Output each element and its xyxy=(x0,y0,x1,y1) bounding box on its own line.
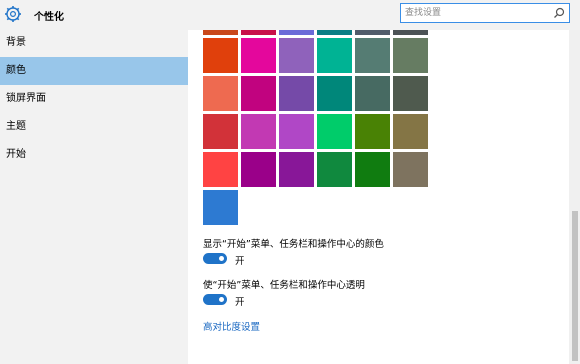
sidebar-item-label: 开始 xyxy=(6,149,26,160)
color-swatch[interactable] xyxy=(393,114,428,149)
color-swatch[interactable] xyxy=(393,76,428,111)
color-swatch[interactable] xyxy=(203,190,238,225)
show-color-label: 显示“开始”菜单、任务栏和操作中心的颜色 xyxy=(203,239,384,250)
sidebar-item-label: 主题 xyxy=(6,121,26,132)
toggle-knob xyxy=(219,256,224,261)
scrollbar-thumb[interactable] xyxy=(572,211,578,361)
color-swatch[interactable] xyxy=(393,30,428,35)
toggle-knob xyxy=(219,297,224,302)
search-input[interactable] xyxy=(405,6,553,20)
color-swatch[interactable] xyxy=(203,114,238,149)
gear-icon[interactable] xyxy=(4,5,22,23)
transparency-toggle[interactable] xyxy=(203,294,227,305)
sidebar-item-colors[interactable]: 颜色 xyxy=(0,57,188,85)
color-swatch[interactable] xyxy=(355,38,390,73)
sidebar-item-label: 锁屏界面 xyxy=(6,93,46,104)
show-color-toggle[interactable] xyxy=(203,253,227,264)
transparency-state: 开 xyxy=(235,297,245,308)
color-swatch[interactable] xyxy=(241,152,276,187)
sidebar-item-themes[interactable]: 主题 xyxy=(0,113,188,141)
sidebar-item-start[interactable]: 开始 xyxy=(0,141,188,169)
color-swatch[interactable] xyxy=(317,114,352,149)
color-swatch[interactable] xyxy=(241,38,276,73)
color-swatch[interactable] xyxy=(355,152,390,187)
search-box[interactable] xyxy=(400,3,570,23)
color-swatch[interactable] xyxy=(279,38,314,73)
sidebar-item-label: 背景 xyxy=(6,37,26,48)
color-swatch[interactable] xyxy=(241,76,276,111)
transparency-label: 使“开始”菜单、任务栏和操作中心透明 xyxy=(203,280,365,291)
color-swatch[interactable] xyxy=(279,76,314,111)
color-swatch[interactable] xyxy=(241,30,276,35)
color-swatch[interactable] xyxy=(317,76,352,111)
color-swatch[interactable] xyxy=(355,76,390,111)
color-swatch[interactable] xyxy=(279,114,314,149)
color-swatch[interactable] xyxy=(317,38,352,73)
color-swatch[interactable] xyxy=(355,114,390,149)
color-swatch[interactable] xyxy=(317,30,352,35)
color-swatch[interactable] xyxy=(203,152,238,187)
sidebar-header: 个性化 xyxy=(0,0,188,30)
sidebar: 个性化 背景 颜色 锁屏界面 主题 开始 xyxy=(0,0,188,364)
color-swatch[interactable] xyxy=(203,30,238,35)
sidebar-item-lock-screen[interactable]: 锁屏界面 xyxy=(0,85,188,113)
color-swatch[interactable] xyxy=(355,30,390,35)
sidebar-item-label: 颜色 xyxy=(6,65,26,76)
vertical-scrollbar[interactable] xyxy=(569,30,580,364)
color-swatch[interactable] xyxy=(241,114,276,149)
color-swatch[interactable] xyxy=(393,38,428,73)
color-swatch[interactable] xyxy=(279,152,314,187)
colors-panel: 显示“开始”菜单、任务栏和操作中心的颜色 开 使“开始”菜单、任务栏和操作中心透… xyxy=(188,30,568,364)
color-swatch[interactable] xyxy=(203,76,238,111)
high-contrast-settings-link[interactable]: 高对比度设置 xyxy=(203,319,260,333)
search-icon[interactable] xyxy=(553,7,565,19)
page-title: 个性化 xyxy=(34,12,64,23)
color-swatch[interactable] xyxy=(203,38,238,73)
show-color-state: 开 xyxy=(235,256,245,267)
color-swatch[interactable] xyxy=(279,30,314,35)
color-swatch[interactable] xyxy=(393,152,428,187)
color-swatch[interactable] xyxy=(317,152,352,187)
sidebar-item-background[interactable]: 背景 xyxy=(0,29,188,57)
